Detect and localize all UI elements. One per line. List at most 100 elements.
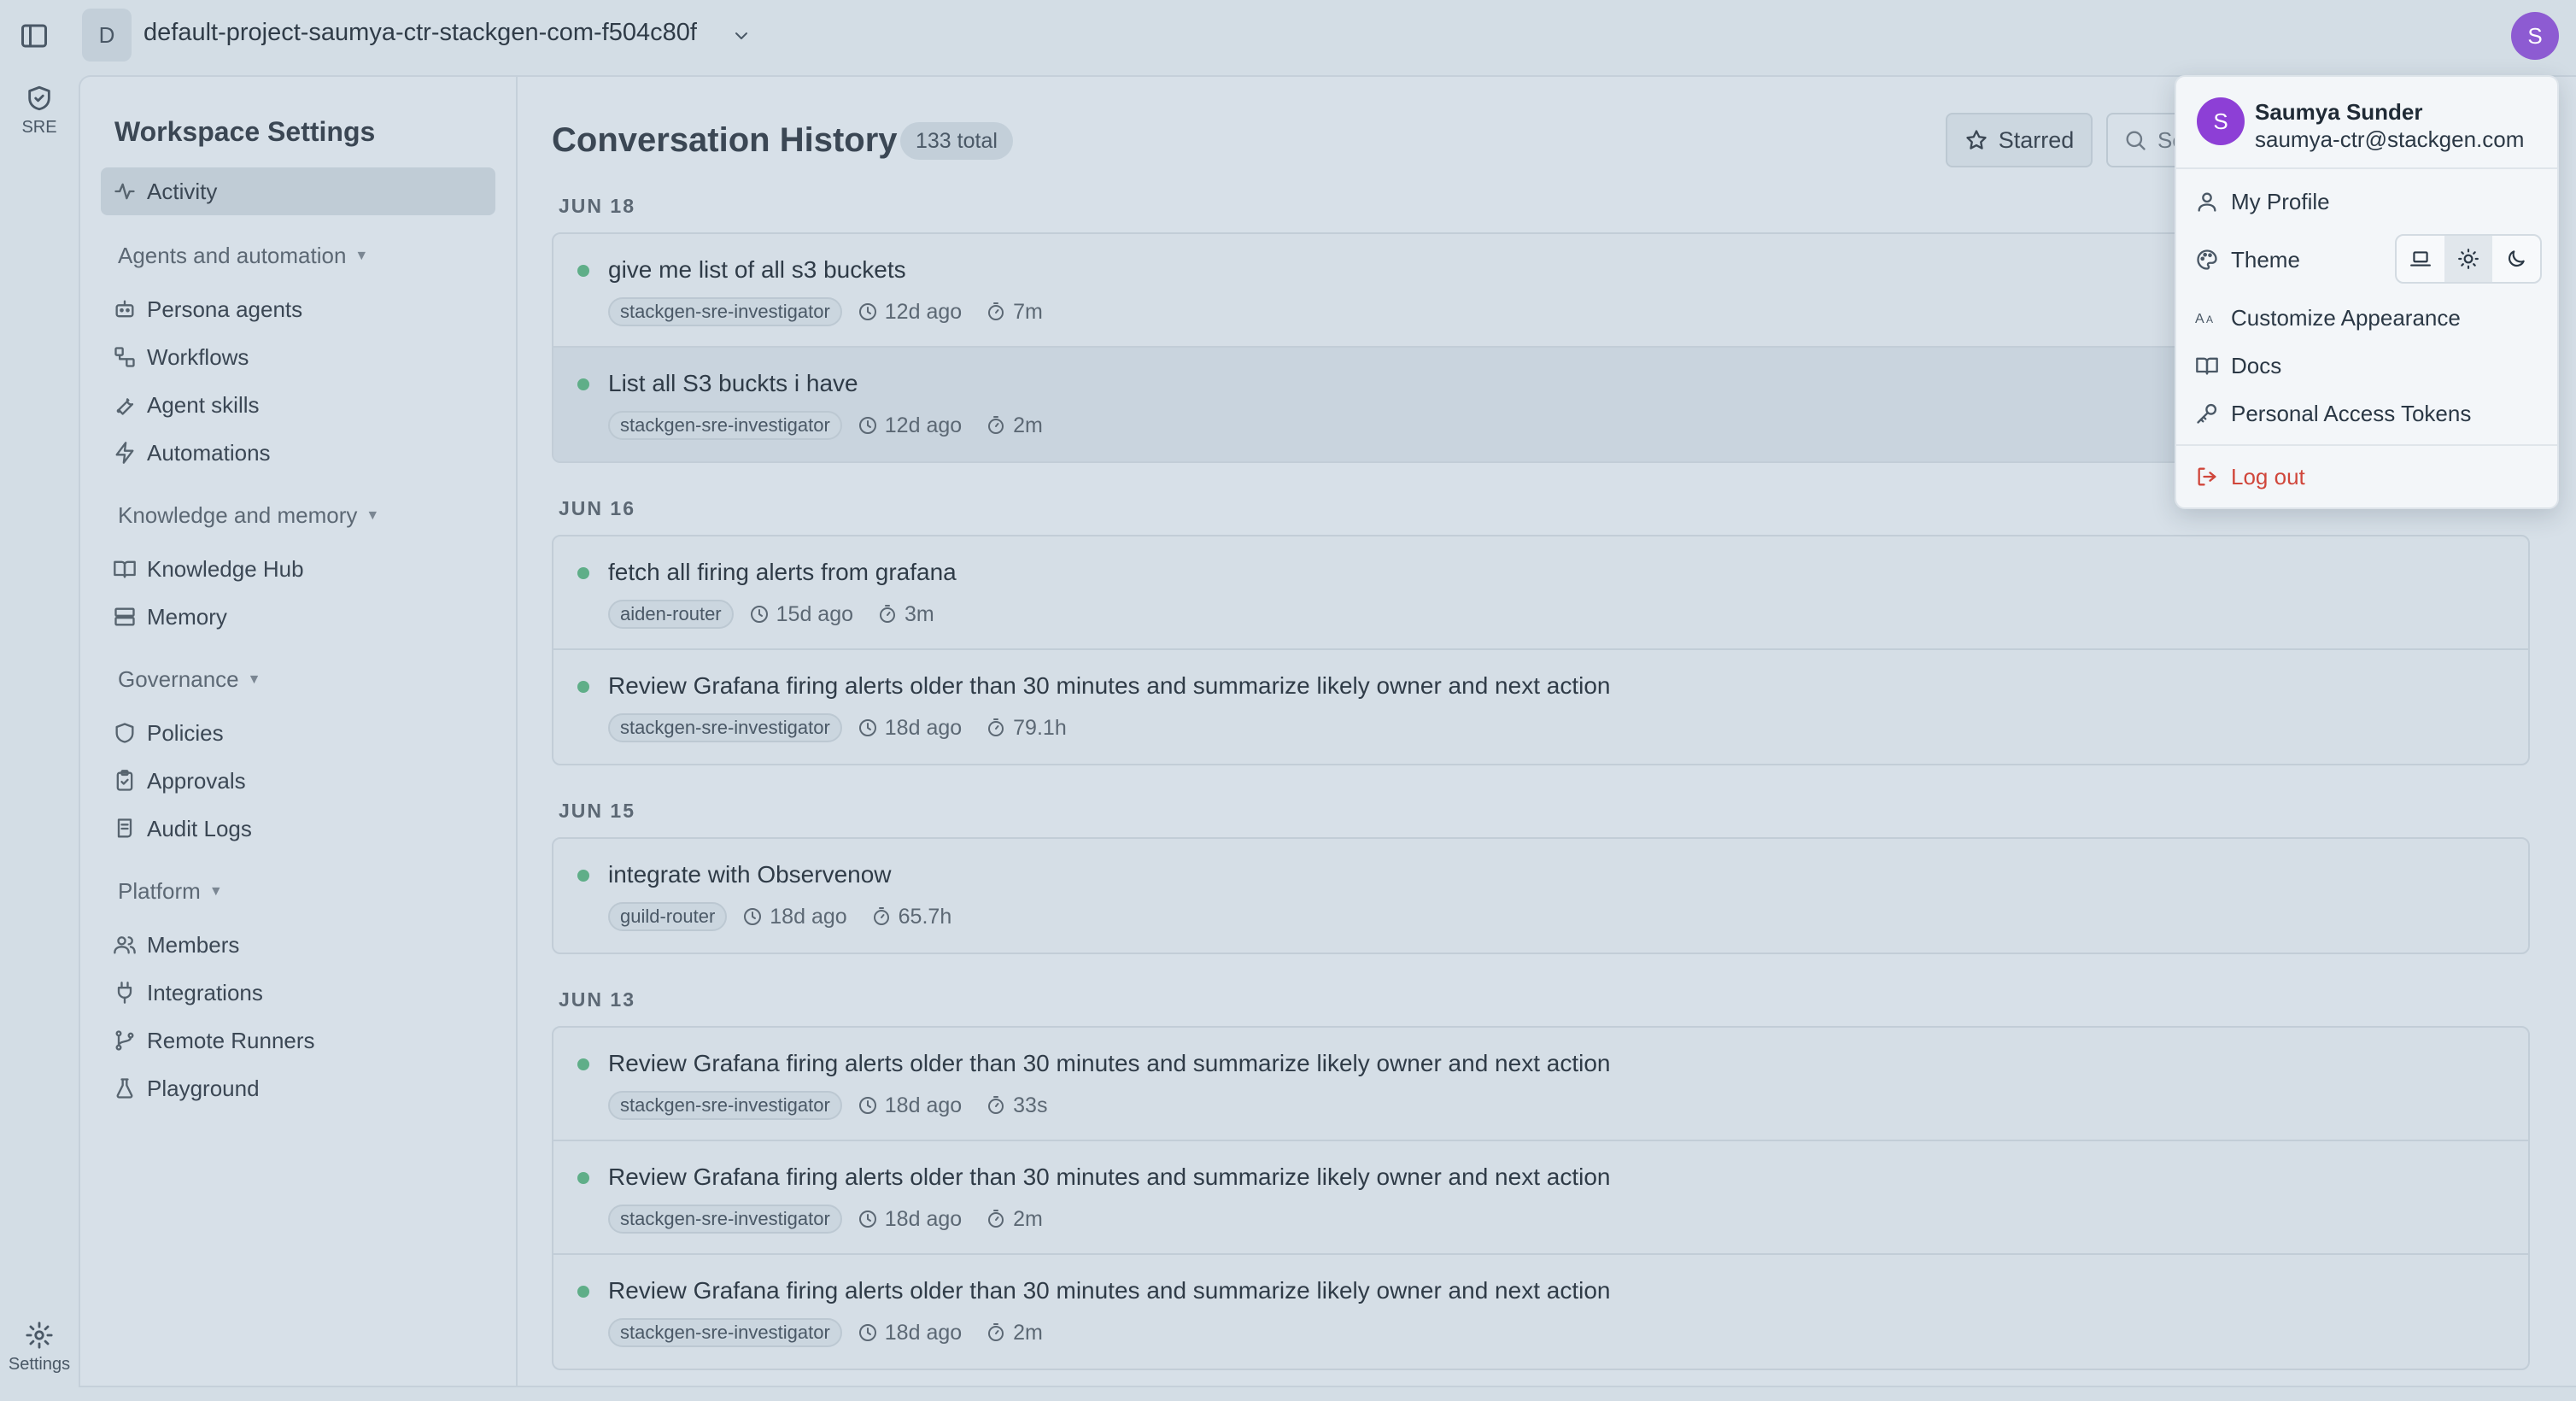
- conversation-row[interactable]: Review Grafana firing alerts older than …: [553, 1255, 2528, 1369]
- sidebar-item-persona-agents[interactable]: Persona agents: [101, 285, 495, 333]
- conversation-title: integrate with Observenow: [608, 861, 892, 888]
- users-icon: [114, 936, 136, 954]
- duration: 2m: [1013, 1206, 1043, 1231]
- sidebar-item-memory[interactable]: Memory: [101, 593, 495, 641]
- user-avatar-button[interactable]: S: [2511, 12, 2559, 60]
- rail-item-sre[interactable]: SRE: [0, 84, 79, 138]
- conversation-row[interactable]: fetch all firing alerts from grafana aide…: [553, 536, 2528, 650]
- group-governance[interactable]: Governance ▼: [118, 666, 261, 693]
- conversation-row[interactable]: Review Grafana firing alerts older than …: [553, 1141, 2528, 1255]
- rail-settings-label: Settings: [8, 1355, 71, 1374]
- conversation-title: Review Grafana firing alerts older than …: [608, 1277, 1611, 1304]
- conversation-group-card: integrate with Observenow guild-router 18d…: [552, 837, 2530, 954]
- key-icon: [2197, 403, 2217, 424]
- status-dot: [577, 265, 589, 277]
- timer-icon: [988, 718, 1004, 736]
- time-ago: 12d ago: [884, 299, 963, 324]
- menu-item-label: Docs: [2231, 352, 2282, 378]
- sidebar-item-knowledge-hub[interactable]: Knowledge Hub: [101, 545, 495, 593]
- time-ago: 18d ago: [884, 1206, 963, 1231]
- sidebar-item-label: Memory: [147, 603, 227, 630]
- rail-item-settings[interactable]: Settings: [0, 1321, 79, 1375]
- sidebar-item-policies[interactable]: Policies: [101, 709, 495, 757]
- conversation-row[interactable]: Review Grafana firing alerts older than …: [553, 1028, 2528, 1141]
- clock-icon: [858, 1210, 876, 1228]
- menu-item-label: Theme: [2231, 246, 2300, 273]
- group-platform[interactable]: Platform ▼: [118, 878, 223, 905]
- theme-light-button[interactable]: [2444, 236, 2492, 282]
- time-ago: 18d ago: [884, 1093, 963, 1117]
- date-group-label: JUN 16: [559, 497, 635, 519]
- palette-icon: [2197, 249, 2217, 270]
- conversation-meta: stackgen-sre-investigator 12d ago 2m: [608, 411, 1067, 440]
- sidebar-item-playground[interactable]: Playground: [101, 1064, 495, 1112]
- sidebar-item-members[interactable]: Members: [101, 921, 495, 969]
- menu-item-customize-appearance[interactable]: AA Customize Appearance: [2195, 297, 2461, 338]
- sidebar-item-label: Approvals: [147, 767, 246, 794]
- clipboard-check-icon: [116, 770, 133, 791]
- shield-check-icon: [28, 85, 50, 111]
- top-bar: D default-project-saumya-ctr-stackgen-co…: [0, 0, 2576, 75]
- moon-icon: [2508, 250, 2525, 267]
- user-email: saumya-ctr@stackgen.com: [2255, 126, 2525, 152]
- sidebar-item-remote-runners[interactable]: Remote Runners: [101, 1017, 495, 1064]
- duration: 33s: [1013, 1093, 1048, 1117]
- theme-dark-button[interactable]: [2492, 236, 2540, 282]
- timer-icon: [880, 605, 896, 623]
- sidebar-item-audit-logs[interactable]: Audit Logs: [101, 805, 495, 853]
- status-dot: [577, 1286, 589, 1298]
- status-dot: [577, 1172, 589, 1184]
- sidebar-item-label: Playground: [147, 1075, 260, 1101]
- menu-item-access-tokens[interactable]: Personal Access Tokens: [2195, 393, 2471, 434]
- activity-icon: [114, 183, 135, 200]
- logout-icon: [2198, 467, 2216, 486]
- laptop-icon: [2410, 251, 2431, 267]
- starred-filter-button[interactable]: Starred: [1946, 113, 2093, 167]
- conversation-row[interactable]: Review Grafana firing alerts older than …: [553, 650, 2528, 764]
- sidebar-item-automations[interactable]: Automations: [101, 429, 495, 477]
- gear-icon: [26, 1322, 53, 1349]
- menu-item-my-profile[interactable]: My Profile: [2195, 181, 2330, 222]
- group-knowledge-memory[interactable]: Knowledge and memory ▼: [118, 502, 379, 529]
- bot-icon: [115, 300, 134, 318]
- sidebar-item-agent-skills[interactable]: Agent skills: [101, 381, 495, 429]
- sidebar-item-workflows[interactable]: Workflows: [101, 333, 495, 381]
- menu-item-logout[interactable]: Log out: [2195, 456, 2305, 497]
- duration: 2m: [1013, 413, 1043, 437]
- group-label: Governance: [118, 666, 239, 692]
- svg-text:A: A: [2206, 314, 2213, 325]
- sidebar-item-label: Persona agents: [147, 296, 303, 322]
- group-agents-automation[interactable]: Agents and automation ▼: [118, 243, 368, 269]
- clock-icon: [858, 417, 876, 434]
- clock-icon: [858, 303, 876, 320]
- status-dot: [577, 870, 589, 882]
- sidebar-toggle-icon[interactable]: [19, 21, 50, 51]
- menu-item-label: Log out: [2231, 463, 2305, 489]
- time-ago: 15d ago: [776, 601, 854, 626]
- lightning-icon: [115, 442, 134, 464]
- sidebar-item-activity[interactable]: Activity: [101, 167, 495, 215]
- sidebar-item-label: Integrations: [147, 979, 263, 1005]
- project-badge[interactable]: D: [82, 9, 132, 62]
- conversation-title: Review Grafana firing alerts older than …: [608, 1050, 1611, 1076]
- status-dot: [577, 567, 589, 579]
- book-open-icon: [2196, 357, 2218, 375]
- menu-item-docs[interactable]: Docs: [2195, 345, 2281, 386]
- time-ago: 18d ago: [770, 904, 847, 929]
- database-icon: [114, 607, 135, 626]
- theme-system-button[interactable]: [2397, 236, 2444, 282]
- caret-down-icon: ▼: [208, 883, 223, 899]
- sidebar-item-integrations[interactable]: Integrations: [101, 969, 495, 1017]
- project-name[interactable]: default-project-saumya-ctr-stackgen-com-…: [143, 19, 697, 47]
- conversation-title: give me list of all s3 buckets: [608, 256, 906, 283]
- time-ago: 18d ago: [884, 1320, 963, 1345]
- menu-item-theme: Theme: [2195, 239, 2300, 280]
- sidebar-item-approvals[interactable]: Approvals: [101, 757, 495, 805]
- conversation-row[interactable]: integrate with Observenow guild-router 18d…: [553, 839, 2528, 953]
- group-label: Knowledge and memory: [118, 502, 358, 528]
- duration: 2m: [1013, 1320, 1043, 1345]
- status-dot: [577, 681, 589, 693]
- clock-icon: [858, 719, 876, 736]
- status-dot: [577, 378, 589, 390]
- chevron-down-icon[interactable]: [731, 26, 752, 46]
